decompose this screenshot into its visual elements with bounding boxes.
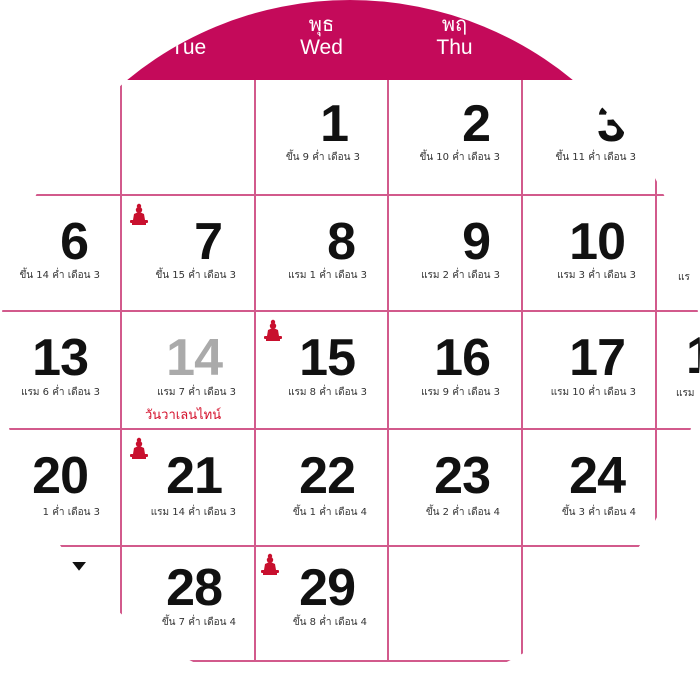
grid-row-line: [0, 660, 700, 662]
grid-row-line: [0, 428, 700, 430]
lunar-date: ขึ้น 10 ค่ำ เดือน 3: [419, 152, 500, 163]
buddha-icon: [262, 318, 284, 342]
lunar-date: แรม 3 ค่ำ เดือน 3: [557, 270, 636, 281]
weekday-eng: Tue: [170, 36, 207, 59]
grid-row-line: [0, 310, 700, 312]
lunar-date: ขึ้น 7 ค่ำ เดือน 4: [161, 617, 236, 628]
day-number: 15: [299, 329, 356, 387]
buddha-icon: [259, 552, 281, 576]
lunar-date: ขึ้น 15 ค่ำ เดือน 3: [155, 270, 236, 281]
cut-off-lunar-fragment: แร: [678, 272, 690, 283]
weekday-thu: พฤ Thu: [388, 0, 521, 80]
holiday-label: วันวาเลนไทน์: [145, 408, 222, 423]
weekday-eng: Wed: [300, 36, 343, 59]
buddha-icon: [128, 202, 150, 226]
day-number: 7: [194, 213, 223, 271]
lunar-date: แรม 7 ค่ำ เดือน 3: [157, 387, 236, 398]
lunar-date: แรม 6 ค่ำ เดือน 3: [21, 387, 100, 398]
day-number: 3: [597, 95, 626, 153]
lunar-date: แรม 8 ค่ำ เดือน 3: [288, 387, 367, 398]
day-number: 22: [299, 447, 356, 505]
day-number: 20: [32, 447, 89, 505]
buddha-icon: [128, 436, 150, 460]
grid-column-line: [655, 80, 657, 660]
day-number: 2: [462, 95, 491, 153]
lunar-date: แรม 2 ค่ำ เดือน 3: [421, 270, 500, 281]
weekday-wed: พุธ Wed: [255, 0, 388, 80]
grid-row-line: [0, 194, 700, 196]
weekday-header: Tue พุธ Wed พฤ Thu: [0, 0, 700, 80]
lunar-date: แรม 1 ค่ำ เดือน 3: [288, 270, 367, 281]
lunar-date: ขึ้น 1 ค่ำ เดือน 4: [292, 507, 367, 518]
lunar-date: ขึ้น 8 ค่ำ เดือน 4: [292, 617, 367, 628]
cut-off-day-fragment: 1: [686, 330, 700, 382]
calendar-view: Tue พุธ Wed พฤ Thu 1 ขึ้น 9 ค่ำ เดือน 32ข…: [0, 0, 700, 699]
cut-off-mark: [70, 562, 86, 572]
day-number: 28: [166, 559, 223, 617]
lunar-date: ขึ้น 11 ค่ำ เดือน 3: [555, 152, 636, 163]
day-number: 17: [569, 329, 626, 387]
day-number: 14: [166, 329, 223, 387]
weekday-tue: Tue: [122, 0, 255, 80]
day-number: 29: [299, 559, 356, 617]
lunar-date: แรม 9 ค่ำ เดือน 3: [421, 387, 500, 398]
day-number: 1: [320, 95, 349, 153]
cut-off-lunar-fragment: แรม: [676, 388, 695, 399]
weekday-eng: Thu: [436, 36, 473, 59]
day-number: 9: [462, 213, 491, 271]
lunar-date: แรม 14 ค่ำ เดือน 3: [150, 507, 236, 518]
lunar-date: ขึ้น 9 ค่ำ เดือน 3: [285, 152, 360, 163]
day-number: 8: [327, 213, 356, 271]
day-number: 24: [569, 447, 626, 505]
grid-row-line: [0, 545, 700, 547]
day-number: 13: [32, 329, 89, 387]
day-number: 6: [60, 213, 89, 271]
lunar-date: ขึ้น 14 ค่ำ เดือน 3: [19, 270, 100, 281]
day-number: 23: [434, 447, 491, 505]
lunar-date: 1 ค่ำ เดือน 3: [42, 507, 100, 518]
day-number: 21: [166, 447, 223, 505]
day-number: 10: [569, 213, 626, 271]
circular-crop: Tue พุธ Wed พฤ Thu 1 ขึ้น 9 ค่ำ เดือน 32ข…: [0, 0, 700, 699]
lunar-date: แรม 10 ค่ำ เดือน 3: [550, 387, 636, 398]
lunar-date: ขึ้น 3 ค่ำ เดือน 4: [561, 507, 636, 518]
day-number: 16: [434, 329, 491, 387]
lunar-date: ขึ้น 2 ค่ำ เดือน 4: [425, 507, 500, 518]
